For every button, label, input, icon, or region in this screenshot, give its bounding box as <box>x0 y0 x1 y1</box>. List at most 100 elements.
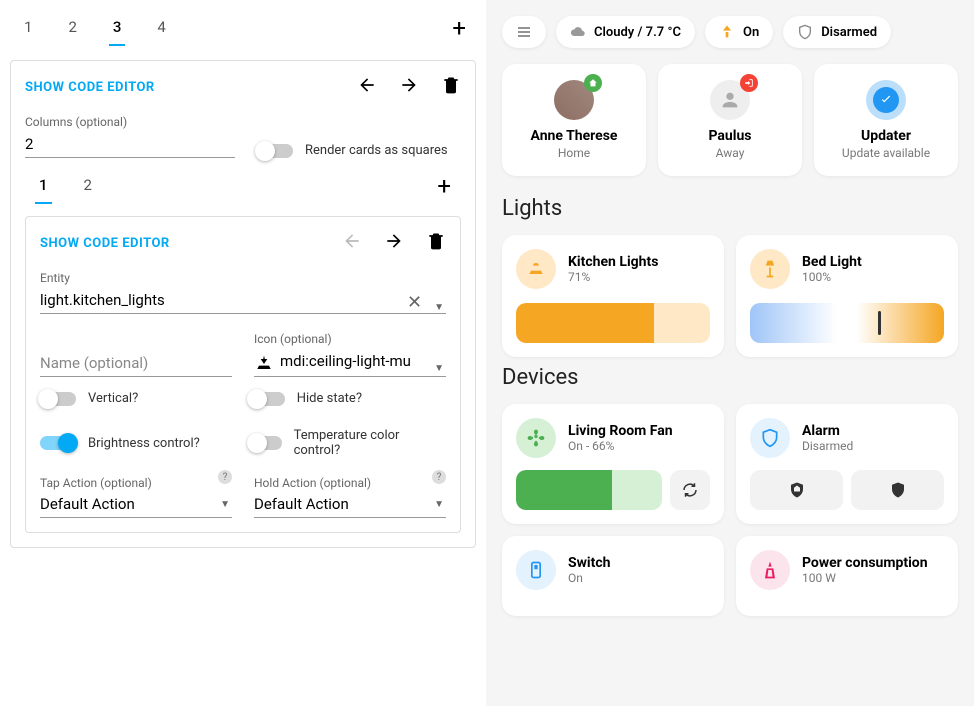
fan-oscillate-button[interactable] <box>670 470 710 510</box>
add-inner-tab-button[interactable]: + <box>437 172 451 200</box>
vertical-toggle[interactable] <box>40 392 76 406</box>
show-code-editor-button[interactable]: SHOW CODE EDITOR <box>25 80 155 95</box>
hold-action-label: Hold Action (optional) <box>254 476 371 490</box>
card-editor-outer: SHOW CODE EDITOR Columns (optional) Rend… <box>10 60 476 548</box>
updater-name: Updater <box>824 128 948 144</box>
switch-card[interactable]: Switch On <box>502 536 724 616</box>
tap-action-select[interactable]: Default Action ▼ <box>40 491 232 518</box>
alarm-card[interactable]: Alarm Disarmed <box>736 404 958 524</box>
temp-color-toggle[interactable] <box>249 436 282 450</box>
person-state: Away <box>668 146 792 160</box>
device-state: Disarmed <box>802 439 853 453</box>
icon-dropdown-icon[interactable]: ▼ <box>432 363 446 374</box>
updater-card[interactable]: Updater Update available <box>814 64 958 176</box>
device-title: Alarm <box>802 423 853 439</box>
lamp-icon <box>719 24 735 40</box>
arrow-right-icon[interactable] <box>399 75 419 99</box>
arm-away-button[interactable] <box>851 470 944 510</box>
inner-tab-2[interactable]: 2 <box>80 168 96 204</box>
dashboard-preview: Cloudy / 7.7 °C On Disarmed Anne Therese… <box>486 0 974 706</box>
trash-icon[interactable] <box>441 75 461 99</box>
entity-dropdown-icon[interactable]: ▼ <box>432 302 446 313</box>
tab-1[interactable]: 1 <box>20 10 36 46</box>
card-editor-inner: SHOW CODE EDITOR Entity ✕ ▼ Name (option… <box>25 216 461 533</box>
inner-tabs: 1 2 <box>35 168 96 204</box>
weather-chip[interactable]: Cloudy / 7.7 °C <box>556 16 695 48</box>
hold-action-value: Default Action <box>254 495 349 513</box>
devices-section-title: Devices <box>502 365 958 390</box>
shield-outline-icon <box>750 418 790 458</box>
person-name: Paulus <box>668 128 792 144</box>
clear-entity-icon[interactable]: ✕ <box>403 292 426 313</box>
inner-tab-1[interactable]: 1 <box>35 168 52 204</box>
columns-input[interactable] <box>25 131 235 158</box>
light-pct: 100% <box>802 270 862 284</box>
home-badge-icon <box>584 74 602 92</box>
person-card-paulus[interactable]: Paulus Away <box>658 64 802 176</box>
check-icon <box>873 87 899 113</box>
tap-action-value: Default Action <box>40 495 135 513</box>
power-tower-icon <box>750 550 790 590</box>
name-input[interactable]: Name (optional) <box>40 350 232 377</box>
hold-action-help-icon[interactable]: ? <box>432 470 446 484</box>
tab-2[interactable]: 2 <box>64 10 80 46</box>
kitchen-lights-card[interactable]: Kitchen Lights 71% <box>502 235 724 357</box>
device-state: 100 W <box>802 571 928 585</box>
person-state: Home <box>512 146 636 160</box>
updater-state: Update available <box>824 146 948 160</box>
arm-home-button[interactable] <box>750 470 843 510</box>
trash-inner-icon[interactable] <box>426 231 446 255</box>
render-squares-toggle[interactable] <box>257 144 293 158</box>
arrow-left-disabled-icon <box>342 231 362 255</box>
show-code-editor-inner-button[interactable]: SHOW CODE EDITOR <box>40 236 170 251</box>
brightness-label: Brightness control? <box>88 436 200 451</box>
tab-4[interactable]: 4 <box>153 10 169 46</box>
tab-3[interactable]: 3 <box>109 10 126 46</box>
cloud-icon <box>570 24 586 40</box>
device-title: Power consumption <box>802 555 928 571</box>
add-tab-button[interactable]: + <box>452 14 466 42</box>
tap-action-help-icon[interactable]: ? <box>218 470 232 484</box>
person-card-anne[interactable]: Anne Therese Home <box>502 64 646 176</box>
color-temp-slider[interactable] <box>750 303 944 343</box>
brightness-toggle[interactable] <box>40 436 76 450</box>
light-chip[interactable]: On <box>705 16 773 48</box>
outer-tabs: 1 2 3 4 <box>20 10 170 46</box>
fan-card[interactable]: Living Room Fan On - 66% <box>502 404 724 524</box>
ceiling-light-icon <box>516 249 556 289</box>
device-state: On - 66% <box>568 439 673 453</box>
ceiling-light-icon <box>254 354 274 374</box>
render-squares-label: Render cards as squares <box>305 143 448 158</box>
arrow-right-inner-icon[interactable] <box>384 231 404 255</box>
device-title: Living Room Fan <box>568 423 673 439</box>
fan-icon <box>516 418 556 458</box>
light-pct: 71% <box>568 270 658 284</box>
hold-action-select[interactable]: Default Action ▼ <box>254 491 446 518</box>
temp-color-label: Temperature color control? <box>294 428 436 458</box>
bed-light-card[interactable]: Bed Light 100% <box>736 235 958 357</box>
columns-label: Columns (optional) <box>25 115 235 129</box>
menu-chip[interactable] <box>502 16 546 48</box>
light-title: Bed Light <box>802 254 862 270</box>
icon-input[interactable] <box>280 348 426 374</box>
lights-section-title: Lights <box>502 196 958 221</box>
arrow-left-icon[interactable] <box>357 75 377 99</box>
light-chip-text: On <box>743 25 759 40</box>
hide-state-label: Hide state? <box>297 391 362 406</box>
brightness-slider[interactable] <box>516 303 710 343</box>
icon-label: Icon (optional) <box>254 332 446 346</box>
power-card[interactable]: Power consumption 100 W <box>736 536 958 616</box>
entity-input[interactable] <box>40 287 397 313</box>
alarm-chip-text: Disarmed <box>821 25 877 40</box>
vertical-label: Vertical? <box>88 391 138 406</box>
fan-speed-slider[interactable] <box>516 470 662 510</box>
device-state: On <box>568 571 610 585</box>
weather-text: Cloudy / 7.7 °C <box>594 25 681 40</box>
entity-label: Entity <box>40 271 446 285</box>
hide-state-toggle[interactable] <box>249 392 285 406</box>
light-title: Kitchen Lights <box>568 254 658 270</box>
person-name: Anne Therese <box>512 128 636 144</box>
editor-panel: 1 2 3 4 + SHOW CODE EDITOR Columns (opti… <box>0 0 486 706</box>
alarm-chip[interactable]: Disarmed <box>783 16 891 48</box>
tap-action-label: Tap Action (optional) <box>40 476 152 490</box>
